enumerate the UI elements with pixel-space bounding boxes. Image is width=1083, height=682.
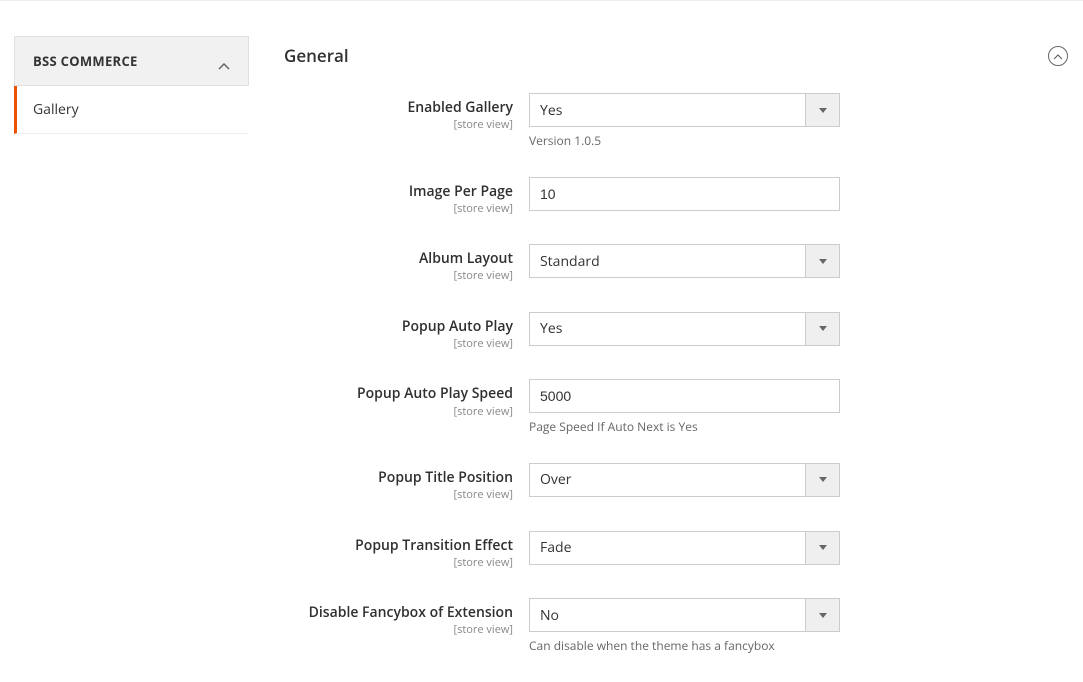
popup-transition-effect-select[interactable]: Fade [529,531,840,565]
field-popup-auto-play: Popup Auto Play [store view] Yes [284,312,1068,352]
field-input-col [529,177,1068,211]
chevron-up-icon [218,57,230,65]
field-label: Disable Fancybox of Extension [284,604,513,622]
field-scope: [store view] [284,336,513,351]
field-label: Popup Auto Play [284,318,513,336]
select-value: Yes [530,101,805,120]
select-value: Over [530,470,805,489]
field-label: Album Layout [284,250,513,268]
enabled-gallery-select[interactable]: Yes [529,93,840,127]
sidebar-group-header[interactable]: BSS COMMERCE [14,36,249,86]
field-input-col: Yes [529,312,1068,346]
field-popup-transition-effect: Popup Transition Effect [store view] Fad… [284,531,1068,571]
field-album-layout: Album Layout [store view] Standard [284,244,1068,284]
popup-title-position-select[interactable]: Over [529,463,840,497]
field-input-col: No Can disable when the theme has a fanc… [529,598,1068,654]
field-label: Popup Transition Effect [284,537,513,555]
sidebar-item-label: Gallery [33,100,79,119]
top-divider [0,0,1083,1]
field-label: Popup Title Position [284,469,513,487]
field-input-col: Over [529,463,1068,497]
field-label-col: Enabled Gallery [store view] [284,93,529,133]
chevron-down-icon [805,532,839,564]
album-layout-select[interactable]: Standard [529,244,840,278]
field-label: Popup Auto Play Speed [284,385,513,403]
field-input-col: Fade [529,531,1068,565]
field-label-col: Disable Fancybox of Extension [store vie… [284,598,529,638]
sidebar-items: Gallery [14,86,249,134]
chevron-down-icon [805,245,839,277]
field-label-col: Popup Auto Play [store view] [284,312,529,352]
field-disable-fancybox: Disable Fancybox of Extension [store vie… [284,598,1068,654]
field-scope: [store view] [284,404,513,419]
container: BSS COMMERCE Gallery General Enabl [0,36,1083,682]
field-scope: [store view] [284,117,513,132]
field-image-per-page: Image Per Page [store view] [284,177,1068,217]
popup-auto-play-select[interactable]: Yes [529,312,840,346]
section-header: General [284,36,1068,85]
sidebar-group-title: BSS COMMERCE [33,52,138,70]
field-label-col: Image Per Page [store view] [284,177,529,217]
field-scope: [store view] [284,555,513,570]
field-label: Image Per Page [284,183,513,201]
field-note: Version 1.0.5 [529,133,1068,149]
disable-fancybox-select[interactable]: No [529,598,840,632]
field-scope: [store view] [284,268,513,283]
field-label-col: Popup Transition Effect [store view] [284,531,529,571]
section-title: General [284,44,349,67]
field-scope: [store view] [284,487,513,502]
popup-auto-play-speed-input[interactable] [529,379,840,413]
field-note: Can disable when the theme has a fancybo… [529,638,1068,654]
chevron-down-icon [805,313,839,345]
chevron-down-icon [805,94,839,126]
field-input-col: Standard [529,244,1068,278]
main-content: General Enabled Gallery [store view] Yes [249,36,1083,682]
select-value: Standard [530,252,805,271]
field-note: Page Speed If Auto Next is Yes [529,419,1068,435]
sidebar-item-gallery[interactable]: Gallery [14,86,249,134]
field-label-col: Album Layout [store view] [284,244,529,284]
chevron-down-icon [805,599,839,631]
fields: Enabled Gallery [store view] Yes Version… [284,85,1068,654]
field-label-col: Popup Auto Play Speed [store view] [284,379,529,419]
image-per-page-input[interactable] [529,177,840,211]
collapse-toggle[interactable] [1048,46,1068,66]
field-label-col: Popup Title Position [store view] [284,463,529,503]
chevron-down-icon [805,464,839,496]
select-value: No [530,606,805,625]
field-scope: [store view] [284,622,513,637]
field-input-col: Yes Version 1.0.5 [529,93,1068,149]
sidebar: BSS COMMERCE Gallery [14,36,249,682]
field-enabled-gallery: Enabled Gallery [store view] Yes Version… [284,93,1068,149]
field-scope: [store view] [284,201,513,216]
field-label: Enabled Gallery [284,99,513,117]
field-popup-title-position: Popup Title Position [store view] Over [284,463,1068,503]
select-value: Yes [530,319,805,338]
field-input-col: Page Speed If Auto Next is Yes [529,379,1068,435]
chevron-up-icon [1053,46,1063,65]
select-value: Fade [530,538,805,557]
field-popup-auto-play-speed: Popup Auto Play Speed [store view] Page … [284,379,1068,435]
